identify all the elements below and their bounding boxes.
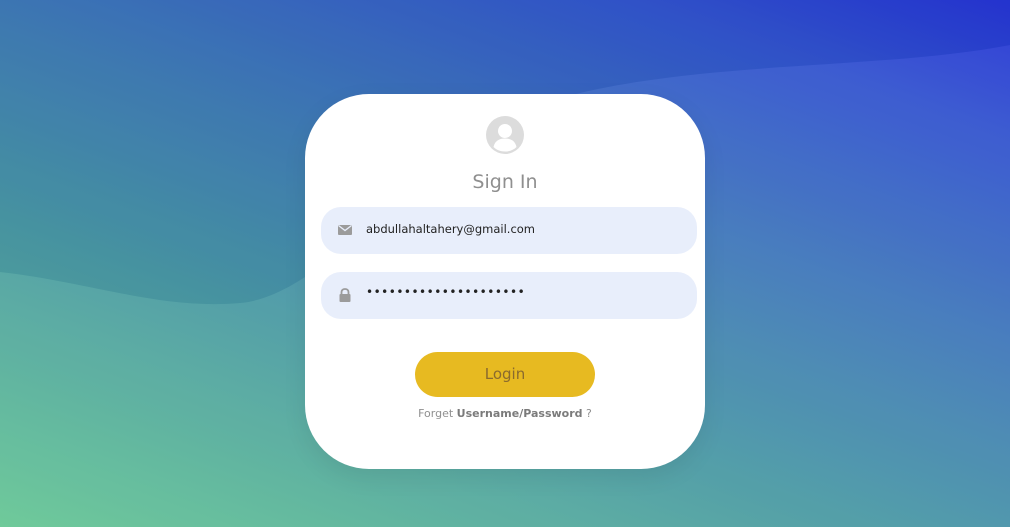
forgot-prefix: Forget [418,407,454,420]
forgot-credentials: Forget Username/Password ? [305,407,705,420]
password-field[interactable]: ••••••••••••••••••••• [321,272,697,319]
envelope-icon [338,224,352,235]
sign-in-card: Sign In abdullahaltahery@gmail.com •••••… [305,94,705,469]
forgot-suffix: ? [586,407,592,420]
user-circle-icon [486,116,524,154]
page-title: Sign In [472,171,538,193]
login-button[interactable]: Login [415,352,595,397]
forgot-credentials-link[interactable]: Username/Password [457,407,583,420]
password-value: ••••••••••••••••••••• [366,285,526,299]
email-value: abdullahaltahery@gmail.com [366,222,536,236]
email-field[interactable]: abdullahaltahery@gmail.com [321,207,697,254]
lock-icon [339,288,351,302]
